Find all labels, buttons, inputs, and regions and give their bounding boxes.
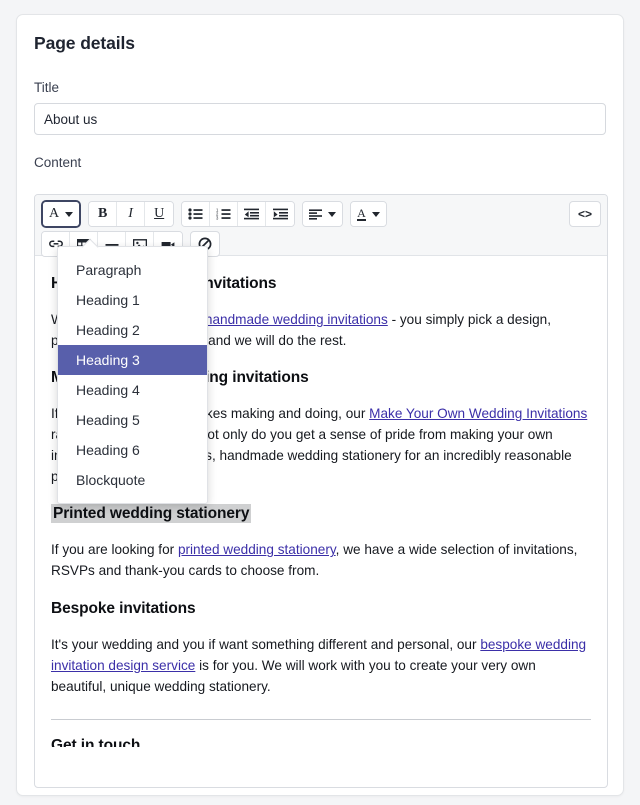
- code-view-button[interactable]: <>: [569, 201, 601, 227]
- bulleted-list-icon: [188, 208, 203, 220]
- title-input-wrapper: [17, 103, 623, 135]
- chevron-down-icon: [65, 212, 73, 217]
- numbered-list-button[interactable]: 1 2 3: [210, 202, 238, 226]
- chevron-down-icon: [372, 212, 380, 217]
- selected-text-highlight: Printed wedding stationery: [51, 504, 251, 523]
- menu-item-heading-6[interactable]: Heading 6: [58, 435, 207, 465]
- outdent-button[interactable]: [238, 202, 266, 226]
- indent-icon: [273, 208, 288, 220]
- menu-item-paragraph[interactable]: Paragraph: [58, 255, 207, 285]
- text-style-group: B I U: [88, 201, 174, 227]
- text-color-group: A: [350, 201, 387, 227]
- content-heading-printed-stationery: Printed wedding stationery: [51, 502, 591, 526]
- link-handmade-wedding-invitations[interactable]: handmade wedding invitations: [205, 312, 388, 327]
- format-style-menu[interactable]: Paragraph Heading 1 Heading 2 Heading 3 …: [57, 246, 208, 504]
- link-make-your-own-wedding-invitations[interactable]: Make Your Own Wedding Invitations: [369, 406, 587, 421]
- editor-toolbar: A B I U: [35, 195, 607, 256]
- title-field-label: Title: [17, 80, 623, 95]
- text-color-icon: A: [357, 207, 366, 222]
- page-details-card: Page details Title Content A B I U: [16, 14, 624, 796]
- paragraph-4-text-pre: It's your wedding and you if want someth…: [51, 637, 480, 652]
- rich-text-editor: A B I U: [34, 194, 608, 788]
- content-field-label: Content: [17, 155, 623, 170]
- menu-item-heading-3[interactable]: Heading 3: [58, 345, 207, 375]
- page-title: Page details: [17, 15, 623, 54]
- underline-button[interactable]: U: [145, 202, 173, 226]
- menu-item-heading-2[interactable]: Heading 2: [58, 315, 207, 345]
- menu-item-heading-5[interactable]: Heading 5: [58, 405, 207, 435]
- outdent-icon: [244, 208, 259, 220]
- svg-text:3: 3: [216, 216, 219, 220]
- align-left-icon: [309, 209, 322, 220]
- indent-button[interactable]: [266, 202, 294, 226]
- text-color-dropdown-button[interactable]: A: [351, 202, 386, 226]
- paragraph-3-text-pre: If you are looking for: [51, 542, 178, 557]
- menu-item-heading-1[interactable]: Heading 1: [58, 285, 207, 315]
- numbered-list-icon: 1 2 3: [216, 208, 231, 220]
- menu-item-blockquote[interactable]: Blockquote: [58, 465, 207, 495]
- content-horizontal-rule: [51, 719, 591, 720]
- link-printed-wedding-stationery[interactable]: printed wedding stationery: [178, 542, 336, 557]
- content-paragraph-4: It's your wedding and you if want someth…: [51, 634, 591, 697]
- format-style-dropdown-button[interactable]: A: [43, 202, 79, 226]
- menu-item-heading-4[interactable]: Heading 4: [58, 375, 207, 405]
- align-group: [302, 201, 343, 227]
- chevron-down-icon: [328, 212, 336, 217]
- format-style-dropdown[interactable]: A: [41, 200, 81, 228]
- align-dropdown-button[interactable]: [303, 202, 342, 226]
- format-style-icon: A: [49, 206, 59, 222]
- italic-button[interactable]: I: [117, 202, 145, 226]
- bold-button[interactable]: B: [89, 202, 117, 226]
- title-input[interactable]: [34, 103, 606, 135]
- content-paragraph-3: If you are looking for printed wedding s…: [51, 539, 591, 581]
- list-indent-group: 1 2 3: [181, 201, 295, 227]
- content-heading-bespoke: Bespoke invitations: [51, 597, 591, 621]
- content-heading-get-in-touch: Get in touch: [51, 734, 591, 747]
- bulleted-list-button[interactable]: [182, 202, 210, 226]
- toolbar-row-1: A B I U: [41, 200, 601, 228]
